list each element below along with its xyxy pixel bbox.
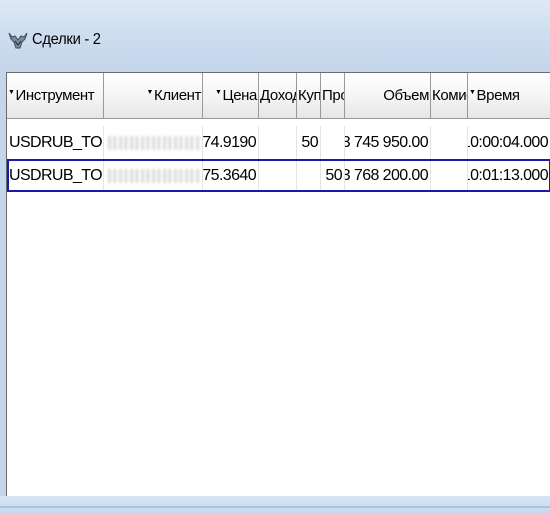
cell-instrument: USDRUB_TOM — [7, 126, 104, 159]
cell-commission — [431, 126, 468, 159]
cell-income — [259, 126, 297, 159]
cell-buy: 50 — [297, 126, 321, 159]
window-bottom-accent — [0, 506, 550, 508]
column-header-income[interactable]: Доход — [259, 73, 297, 119]
sort-arrow-icon: ▼ — [215, 89, 222, 96]
cell-volume: 3 745 950.00 — [345, 126, 431, 159]
sort-arrow-icon: ▼ — [8, 89, 15, 96]
column-header-instrument[interactable]: ▼ Инструмент — [7, 73, 104, 119]
column-header-sell[interactable]: Про — [321, 73, 345, 119]
table-header: ▼ Инструмент ▼ Клиент ▼ Цена Доход Куп Пр о … — [7, 73, 550, 119]
trades-table[interactable]: ▼ Инструмент ▼ Клиент ▼ Цена Доход Куп Пр о … — [6, 72, 550, 496]
redacted-text — [108, 135, 200, 150]
sort-arrow-icon: ▼ — [469, 89, 476, 96]
window-titlebar[interactable]: Сделки - 2 — [0, 0, 550, 70]
sort-arrow-icon: ▼ — [146, 89, 154, 96]
bull-icon — [8, 32, 28, 49]
table-row-selected[interactable]: USDRUB_TOM 75.3640 50 3 768 200.00 10:01… — [7, 159, 550, 192]
window-bottom-border — [0, 496, 550, 513]
column-header-commission[interactable]: Комис — [431, 73, 468, 119]
selection-outline — [7, 159, 550, 192]
cell-sell — [321, 126, 345, 159]
cell-client-redacted — [104, 126, 203, 159]
window-title: Сделки - 2 — [32, 31, 101, 48]
column-header-price[interactable]: ▼ Цена — [203, 73, 259, 119]
column-header-client[interactable]: ▼ Клиент — [104, 73, 203, 119]
column-header-time[interactable]: ▼ Время — [468, 73, 550, 119]
column-header-volume[interactable]: Объем — [345, 73, 431, 119]
cell-price: 74.9190 — [203, 126, 259, 159]
table-row[interactable]: USDRUB_TOM 74.9190 50 3 745 950.00 10:00… — [7, 126, 550, 159]
column-header-buy[interactable]: Куп — [297, 73, 321, 119]
cell-time: 10:00:04.000 — [468, 126, 550, 159]
